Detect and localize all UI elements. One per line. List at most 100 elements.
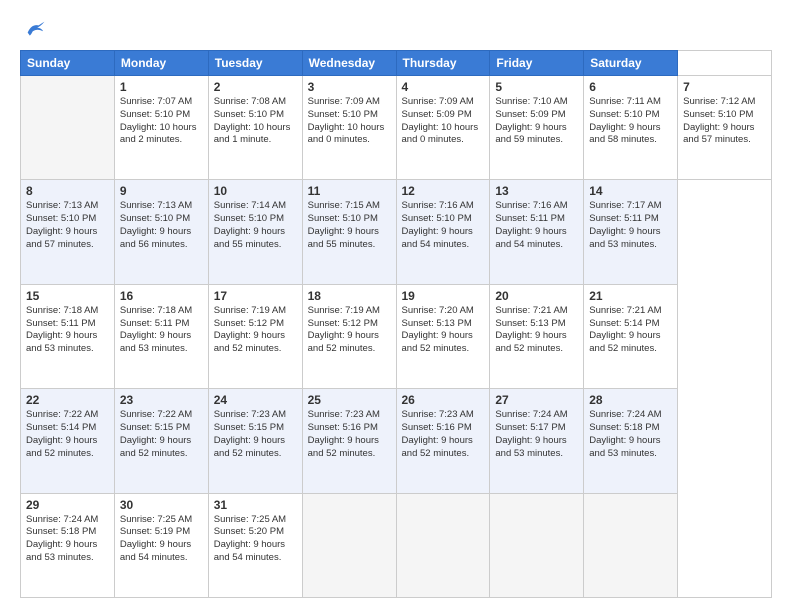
day-number: 9 (120, 184, 203, 198)
day-info: Sunrise: 7:18 AMSunset: 5:11 PMDaylight:… (26, 305, 109, 356)
calendar-day: 18 Sunrise: 7:19 AMSunset: 5:12 PMDayligh… (302, 284, 396, 388)
day-number: 6 (589, 80, 672, 94)
day-info: Sunrise: 7:07 AMSunset: 5:10 PMDaylight:… (120, 96, 203, 147)
calendar-week-2: 15 Sunrise: 7:18 AMSunset: 5:11 PMDayligh… (21, 284, 772, 388)
calendar-day: 21 Sunrise: 7:21 AMSunset: 5:14 PMDayligh… (584, 284, 678, 388)
calendar-day: 17 Sunrise: 7:19 AMSunset: 5:12 PMDayligh… (208, 284, 302, 388)
day-number: 3 (308, 80, 391, 94)
calendar-day: 10 Sunrise: 7:14 AMSunset: 5:10 PMDayligh… (208, 180, 302, 284)
day-info: Sunrise: 7:12 AMSunset: 5:10 PMDaylight:… (683, 96, 766, 147)
calendar-header-monday: Monday (114, 51, 208, 76)
day-info: Sunrise: 7:16 AMSunset: 5:11 PMDaylight:… (495, 200, 578, 251)
calendar-header-sunday: Sunday (21, 51, 115, 76)
calendar-day (21, 76, 115, 180)
day-number: 20 (495, 289, 578, 303)
calendar-week-4: 29Sunrise: 7:24 AMSunset: 5:18 PMDayligh… (21, 493, 772, 597)
calendar-header-tuesday: Tuesday (208, 51, 302, 76)
day-info: Sunrise: 7:17 AMSunset: 5:11 PMDaylight:… (589, 200, 672, 251)
calendar-header-wednesday: Wednesday (302, 51, 396, 76)
day-info: Sunrise: 7:24 AMSunset: 5:17 PMDaylight:… (495, 409, 578, 460)
day-info: Sunrise: 7:22 AMSunset: 5:14 PMDaylight:… (26, 409, 109, 460)
calendar-day: 5 Sunrise: 7:10 AMSunset: 5:09 PMDaylight… (490, 76, 584, 180)
calendar-day: 20 Sunrise: 7:21 AMSunset: 5:13 PMDayligh… (490, 284, 584, 388)
calendar-day (396, 493, 490, 597)
calendar-day: 6 Sunrise: 7:11 AMSunset: 5:10 PMDaylight… (584, 76, 678, 180)
day-info: Sunrise: 7:21 AMSunset: 5:13 PMDaylight:… (495, 305, 578, 356)
day-number: 24 (214, 393, 297, 407)
calendar-day: 28 Sunrise: 7:24 AMSunset: 5:18 PMDayligh… (584, 389, 678, 493)
day-number: 23 (120, 393, 203, 407)
header (20, 18, 772, 40)
calendar-day: 24 Sunrise: 7:23 AMSunset: 5:15 PMDayligh… (208, 389, 302, 493)
calendar-day (584, 493, 678, 597)
calendar-day: 12 Sunrise: 7:16 AMSunset: 5:10 PMDayligh… (396, 180, 490, 284)
day-number: 16 (120, 289, 203, 303)
calendar-day: 16Sunrise: 7:18 AMSunset: 5:11 PMDayligh… (114, 284, 208, 388)
day-info: Sunrise: 7:11 AMSunset: 5:10 PMDaylight:… (589, 96, 672, 147)
calendar-day: 3 Sunrise: 7:09 AMSunset: 5:10 PMDaylight… (302, 76, 396, 180)
day-number: 10 (214, 184, 297, 198)
calendar-day: 4Sunrise: 7:09 AMSunset: 5:09 PMDaylight… (396, 76, 490, 180)
calendar-day: 13Sunrise: 7:16 AMSunset: 5:11 PMDayligh… (490, 180, 584, 284)
day-number: 18 (308, 289, 391, 303)
day-info: Sunrise: 7:16 AMSunset: 5:10 PMDaylight:… (402, 200, 485, 251)
day-info: Sunrise: 7:08 AMSunset: 5:10 PMDaylight:… (214, 96, 297, 147)
calendar-day: 15 Sunrise: 7:18 AMSunset: 5:11 PMDayligh… (21, 284, 115, 388)
logo-bird-icon (24, 18, 46, 40)
day-number: 29 (26, 498, 109, 512)
calendar-day: 7Sunrise: 7:12 AMSunset: 5:10 PMDaylight… (678, 76, 772, 180)
calendar-table: SundayMondayTuesdayWednesdayThursdayFrid… (20, 50, 772, 598)
day-info: Sunrise: 7:19 AMSunset: 5:12 PMDaylight:… (308, 305, 391, 356)
day-info: Sunrise: 7:21 AMSunset: 5:14 PMDaylight:… (589, 305, 672, 356)
day-info: Sunrise: 7:25 AMSunset: 5:20 PMDaylight:… (214, 514, 297, 565)
calendar-day: 1Sunrise: 7:07 AMSunset: 5:10 PMDaylight… (114, 76, 208, 180)
day-info: Sunrise: 7:10 AMSunset: 5:09 PMDaylight:… (495, 96, 578, 147)
calendar-header-thursday: Thursday (396, 51, 490, 76)
day-number: 17 (214, 289, 297, 303)
calendar-week-1: 8 Sunrise: 7:13 AMSunset: 5:10 PMDaylight… (21, 180, 772, 284)
day-info: Sunrise: 7:19 AMSunset: 5:12 PMDaylight:… (214, 305, 297, 356)
day-info: Sunrise: 7:23 AMSunset: 5:15 PMDaylight:… (214, 409, 297, 460)
day-number: 22 (26, 393, 109, 407)
day-number: 28 (589, 393, 672, 407)
calendar-day: 22 Sunrise: 7:22 AMSunset: 5:14 PMDayligh… (21, 389, 115, 493)
calendar-day: 8Sunrise: 7:13 AMSunset: 5:10 PMDaylight… (21, 180, 115, 284)
calendar-day: 19 Sunrise: 7:20 AMSunset: 5:13 PMDayligh… (396, 284, 490, 388)
day-number: 2 (214, 80, 297, 94)
calendar-day: 26Sunrise: 7:23 AMSunset: 5:16 PMDayligh… (396, 389, 490, 493)
day-number: 15 (26, 289, 109, 303)
day-info: Sunrise: 7:14 AMSunset: 5:10 PMDaylight:… (214, 200, 297, 251)
calendar-day: 27 Sunrise: 7:24 AMSunset: 5:17 PMDayligh… (490, 389, 584, 493)
calendar-day: 23 Sunrise: 7:22 AMSunset: 5:15 PMDayligh… (114, 389, 208, 493)
day-info: Sunrise: 7:24 AMSunset: 5:18 PMDaylight:… (589, 409, 672, 460)
day-info: Sunrise: 7:13 AMSunset: 5:10 PMDaylight:… (120, 200, 203, 251)
calendar-day: 31 Sunrise: 7:25 AMSunset: 5:20 PMDayligh… (208, 493, 302, 597)
day-number: 12 (402, 184, 485, 198)
calendar-week-0: 1Sunrise: 7:07 AMSunset: 5:10 PMDaylight… (21, 76, 772, 180)
day-number: 25 (308, 393, 391, 407)
day-number: 5 (495, 80, 578, 94)
day-info: Sunrise: 7:15 AMSunset: 5:10 PMDaylight:… (308, 200, 391, 251)
calendar-day: 14Sunrise: 7:17 AMSunset: 5:11 PMDayligh… (584, 180, 678, 284)
calendar-day: 29Sunrise: 7:24 AMSunset: 5:18 PMDayligh… (21, 493, 115, 597)
day-info: Sunrise: 7:22 AMSunset: 5:15 PMDaylight:… (120, 409, 203, 460)
day-info: Sunrise: 7:09 AMSunset: 5:10 PMDaylight:… (308, 96, 391, 147)
day-info: Sunrise: 7:09 AMSunset: 5:09 PMDaylight:… (402, 96, 485, 147)
day-number: 31 (214, 498, 297, 512)
page: SundayMondayTuesdayWednesdayThursdayFrid… (0, 0, 792, 612)
calendar-day: 25Sunrise: 7:23 AMSunset: 5:16 PMDayligh… (302, 389, 396, 493)
logo (20, 18, 46, 40)
calendar-header-saturday: Saturday (584, 51, 678, 76)
day-number: 30 (120, 498, 203, 512)
day-number: 27 (495, 393, 578, 407)
day-info: Sunrise: 7:20 AMSunset: 5:13 PMDaylight:… (402, 305, 485, 356)
calendar-day (490, 493, 584, 597)
day-number: 21 (589, 289, 672, 303)
calendar-header-friday: Friday (490, 51, 584, 76)
day-number: 8 (26, 184, 109, 198)
day-number: 19 (402, 289, 485, 303)
calendar-header-row: SundayMondayTuesdayWednesdayThursdayFrid… (21, 51, 772, 76)
day-number: 11 (308, 184, 391, 198)
day-info: Sunrise: 7:23 AMSunset: 5:16 PMDaylight:… (402, 409, 485, 460)
calendar-day: 9 Sunrise: 7:13 AMSunset: 5:10 PMDaylight… (114, 180, 208, 284)
